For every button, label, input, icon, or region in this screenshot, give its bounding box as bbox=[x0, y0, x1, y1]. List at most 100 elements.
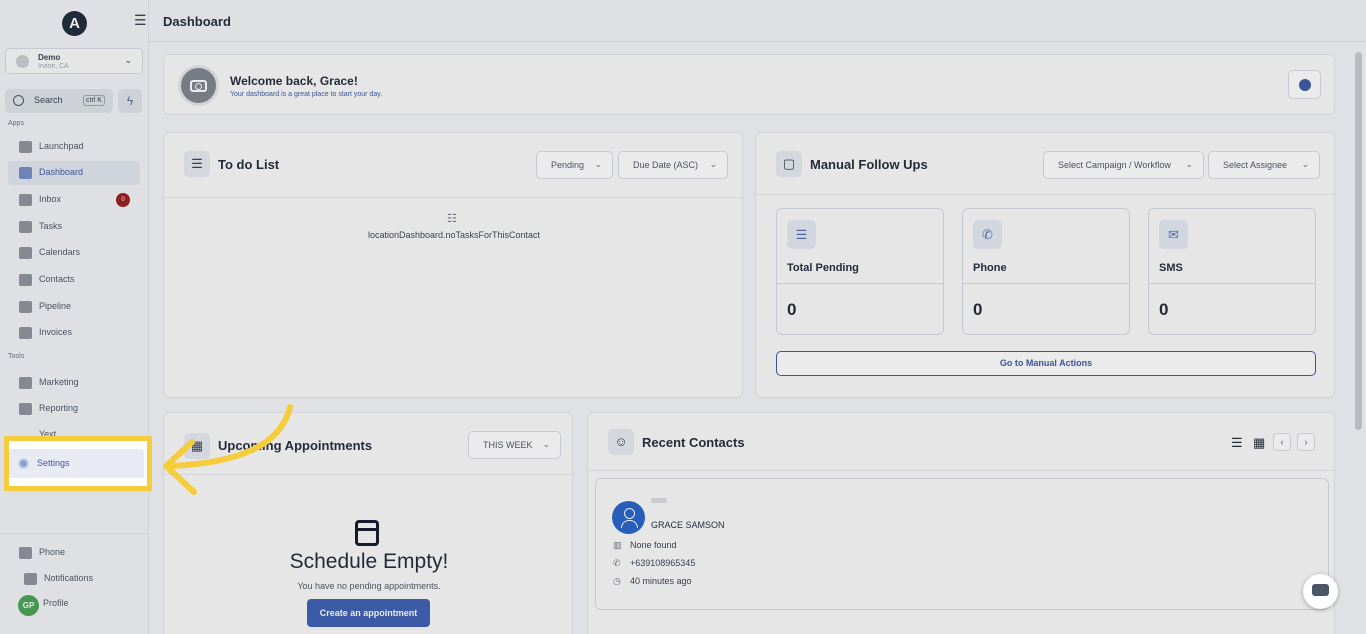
contact-phone-row: ✆ +639108965345 bbox=[613, 558, 695, 569]
appointments-range-dropdown[interactable]: THIS WEEK ⌄ bbox=[468, 431, 561, 459]
clipboard-icon bbox=[19, 221, 32, 233]
stat-phone[interactable]: ✆ Phone 0 bbox=[962, 208, 1130, 335]
sidebar-item-tasks[interactable]: Tasks bbox=[8, 215, 140, 239]
stat-sms[interactable]: ✉ SMS 0 bbox=[1148, 208, 1316, 335]
chevron-down-icon: ⌄ bbox=[709, 159, 717, 169]
funnel-icon bbox=[19, 301, 32, 313]
sidebar-item-label: Contacts bbox=[39, 274, 75, 284]
todo-title: To do List bbox=[218, 157, 280, 172]
sidebar-item-reporting[interactable]: Reporting bbox=[8, 397, 140, 421]
calendar-icon bbox=[19, 247, 32, 259]
calendar-icon: ▦ bbox=[184, 433, 210, 459]
message-icon: ✉ bbox=[1159, 220, 1188, 249]
stat-total-pending[interactable]: ☰ Total Pending 0 bbox=[776, 208, 944, 335]
recent-contacts-card: ☺ Recent Contacts ☰ ▦ ‹ › GRACE SAMSON ▥… bbox=[587, 412, 1335, 634]
person-icon bbox=[19, 274, 32, 286]
dropdown-value: Pending bbox=[551, 160, 585, 170]
section-label-tools: Tools bbox=[8, 353, 25, 360]
grid-view-icon[interactable]: ▦ bbox=[1253, 435, 1265, 451]
customize-palette-button[interactable] bbox=[1288, 70, 1321, 99]
chevron-down-icon: ⌄ bbox=[124, 55, 132, 65]
search-button[interactable]: Search ctrl K bbox=[5, 89, 113, 113]
grid-icon bbox=[19, 167, 32, 179]
contact-company-row: ▥ None found bbox=[613, 540, 677, 551]
sidebar-item-launchpad[interactable]: Launchpad bbox=[8, 135, 140, 159]
bell-icon bbox=[24, 573, 37, 585]
sidebar-item-marketing[interactable]: Marketing bbox=[8, 371, 140, 395]
todo-sort-dropdown[interactable]: Due Date (ASC) ⌄ bbox=[618, 151, 728, 179]
stat-label: SMS bbox=[1159, 262, 1183, 274]
dropdown-value: Due Date (ASC) bbox=[633, 160, 699, 170]
chevron-down-icon: ⌄ bbox=[1301, 159, 1309, 169]
next-arrow-icon[interactable]: › bbox=[1297, 433, 1315, 451]
appointments-title: Upcoming Appointments bbox=[218, 438, 373, 453]
sidebar-item-inbox[interactable]: Inbox 0 bbox=[8, 188, 140, 212]
app-logo[interactable]: A bbox=[62, 11, 87, 36]
go-to-manual-actions-button[interactable]: Go to Manual Actions bbox=[776, 351, 1316, 376]
sidebar-divider bbox=[0, 533, 149, 534]
welcome-subtitle: Your dashboard is a great place to start… bbox=[230, 91, 383, 98]
contact-avatar bbox=[612, 501, 645, 534]
welcome-card: Welcome back, Grace! Your dashboard is a… bbox=[163, 54, 1335, 115]
scrollbar[interactable] bbox=[1355, 52, 1362, 430]
todo-status-dropdown[interactable]: Pending ⌄ bbox=[536, 151, 613, 179]
stat-value: 0 bbox=[787, 300, 797, 319]
sidebar-item-label: Invoices bbox=[39, 327, 73, 337]
stat-value: 0 bbox=[973, 300, 983, 319]
divider bbox=[164, 197, 742, 198]
sidebar: A ☰ Demo Irvine, CA ⌄ Search ctrl K ϟ Ap… bbox=[0, 0, 149, 634]
inbox-icon bbox=[19, 194, 32, 206]
sidebar-item-notifications[interactable]: Notifications bbox=[8, 567, 140, 591]
chat-widget-icon[interactable] bbox=[1303, 574, 1338, 609]
previous-arrow-icon[interactable]: ‹ bbox=[1273, 433, 1291, 451]
schedule-empty-subtitle: You have no pending appointments. bbox=[297, 581, 441, 591]
list-view-icon[interactable]: ☰ bbox=[1231, 435, 1243, 451]
contact-company: None found bbox=[630, 540, 677, 550]
welcome-title: Welcome back, Grace! bbox=[230, 74, 358, 88]
stat-label: Phone bbox=[973, 262, 1007, 274]
camera-icon[interactable] bbox=[178, 65, 219, 106]
dropdown-value: Select Assignee bbox=[1223, 160, 1288, 170]
sidebar-item-dashboard[interactable]: Dashboard bbox=[8, 161, 140, 185]
search-shortcut: ctrl K bbox=[83, 95, 105, 106]
sidebar-item-settings[interactable]: Settings bbox=[9, 449, 144, 478]
phone-icon: ✆ bbox=[973, 220, 1002, 249]
person-icon: ☺ bbox=[608, 429, 634, 455]
building-icon: ▥ bbox=[613, 540, 622, 550]
campaign-workflow-dropdown[interactable]: Select Campaign / Workflow ⌄ bbox=[1043, 151, 1204, 179]
palette-icon bbox=[1299, 79, 1311, 91]
phone-icon bbox=[19, 547, 32, 559]
contact-name: GRACE SAMSON bbox=[651, 520, 725, 530]
recent-contacts-title: Recent Contacts bbox=[642, 435, 745, 450]
sidebar-item-label: Phone bbox=[39, 547, 66, 557]
invoice-icon bbox=[19, 327, 32, 339]
sidebar-item-label: Dashboard bbox=[39, 167, 84, 177]
collapse-sidebar-icon[interactable]: ☰ bbox=[134, 12, 147, 29]
sidebar-item-label: Tasks bbox=[39, 221, 63, 231]
account-name: Demo bbox=[38, 53, 61, 62]
create-appointment-button[interactable]: Create an appointment bbox=[307, 599, 430, 627]
section-label-apps: Apps bbox=[8, 120, 24, 127]
assignee-dropdown[interactable]: Select Assignee ⌄ bbox=[1208, 151, 1320, 179]
sidebar-item-pipeline[interactable]: Pipeline bbox=[8, 295, 140, 319]
stat-label: Total Pending bbox=[787, 262, 859, 274]
avatar[interactable]: GP bbox=[18, 595, 39, 616]
account-switcher[interactable]: Demo Irvine, CA ⌄ bbox=[5, 48, 143, 74]
top-bar: Dashboard bbox=[149, 0, 1366, 42]
chevron-down-icon: ⌄ bbox=[542, 439, 550, 449]
search-icon bbox=[13, 95, 24, 106]
contact-tag bbox=[651, 498, 667, 503]
manual-follow-ups-title: Manual Follow Ups bbox=[810, 157, 928, 172]
pie-chart-icon bbox=[19, 403, 32, 415]
search-label: Search bbox=[34, 95, 63, 105]
sidebar-item-calendars[interactable]: Calendars bbox=[8, 241, 140, 265]
sidebar-item-contacts[interactable]: Contacts bbox=[8, 268, 140, 292]
divider bbox=[164, 474, 572, 475]
sidebar-item-label: Reporting bbox=[39, 403, 79, 413]
contact-card[interactable]: GRACE SAMSON ▥ None found ✆ +639108965345 … bbox=[595, 478, 1329, 610]
quick-actions-bolt-icon[interactable]: ϟ bbox=[118, 89, 142, 113]
sidebar-item-invoices[interactable]: Invoices bbox=[8, 321, 140, 345]
sidebar-item-label: Launchpad bbox=[39, 141, 84, 151]
sidebar-item-phone[interactable]: Phone bbox=[8, 541, 140, 565]
chevron-down-icon: ⌄ bbox=[1185, 159, 1193, 169]
